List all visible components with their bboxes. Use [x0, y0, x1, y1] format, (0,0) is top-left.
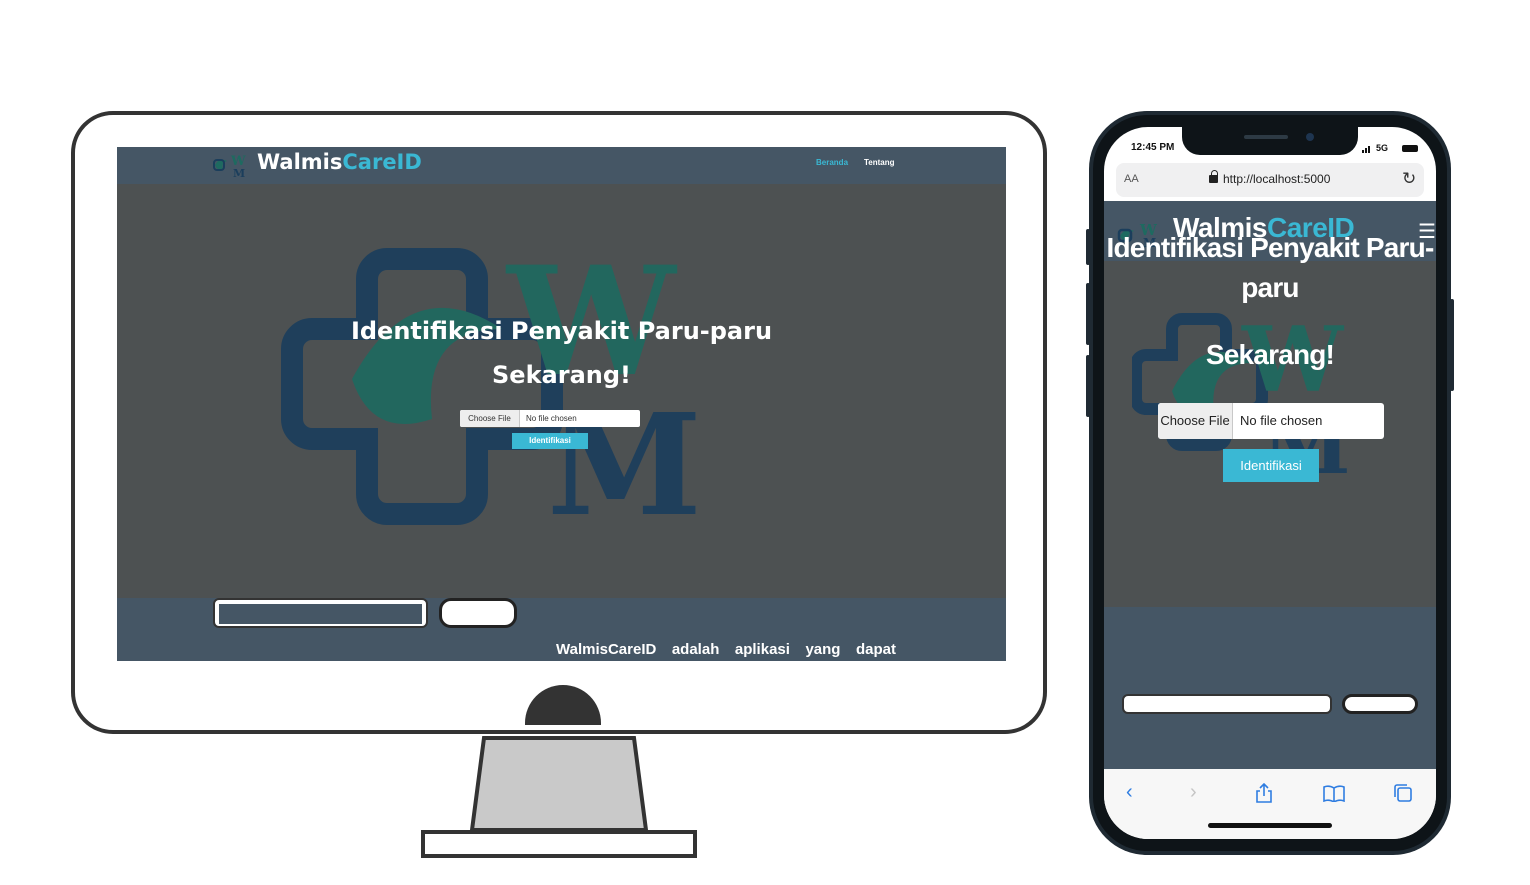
hero-title-line3: Sekarang!: [1205, 339, 1335, 370]
choose-file-button[interactable]: Choose File: [1158, 403, 1233, 439]
file-input[interactable]: Choose File No file chosen: [460, 410, 640, 427]
tabs-icon[interactable]: [1393, 783, 1413, 803]
brand-suffix: CareID: [342, 150, 422, 174]
forward-icon[interactable]: ›: [1190, 781, 1197, 804]
signal-icon: [1362, 146, 1370, 153]
about-laptop-image: [213, 598, 428, 628]
about-section: [1104, 607, 1436, 769]
phone-screen: 12:45 PM 5G AA http://localhost:5000 ↻ W…: [1104, 127, 1436, 839]
nav-link-tentang[interactable]: Tentang: [864, 158, 895, 167]
about-laptop-screen: [219, 604, 422, 624]
status-time: 12:45 PM: [1131, 142, 1175, 153]
identify-button[interactable]: Identifikasi: [512, 433, 588, 449]
hero-title-line1: Identifikasi Penyakit Paru-: [1106, 232, 1435, 263]
phone-power-button: [1450, 299, 1454, 391]
about-phone-image: [1342, 694, 1418, 714]
svg-text:M: M: [233, 167, 245, 179]
file-status: No file chosen: [1240, 413, 1323, 428]
hero-title-line2: Sekarang!: [492, 361, 631, 389]
about-laptop-image: [1122, 694, 1332, 714]
hero-title-line1: Identifikasi Penyakit Paru-paru: [350, 317, 773, 345]
front-camera: [1306, 133, 1314, 141]
logo-icon: W M: [213, 154, 246, 179]
back-icon[interactable]: ‹: [1126, 781, 1133, 804]
choose-file-button[interactable]: Choose File: [460, 410, 520, 427]
phone-notch: [1182, 127, 1358, 155]
text-size-button[interactable]: AA: [1124, 173, 1139, 185]
reload-icon[interactable]: ↻: [1402, 169, 1416, 189]
monitor-base: [421, 830, 697, 858]
lock-icon: [1209, 175, 1218, 183]
about-phone-image: [439, 598, 517, 628]
battery-icon: [1402, 145, 1418, 152]
nav-link-beranda[interactable]: Beranda: [816, 158, 848, 167]
browser-address-bar[interactable]: AA http://localhost:5000 ↻: [1116, 163, 1424, 197]
monitor-logo-bump: [525, 685, 601, 725]
identify-button[interactable]: Identifikasi: [1223, 449, 1319, 482]
monitor-stand: [470, 736, 648, 832]
mobile-webpage: W M WalmisCareID ☰ W M Identifikasi Peny…: [1104, 201, 1436, 769]
file-status: No file chosen: [526, 414, 577, 423]
about-section: WalmisCareID adalah aplikasi yang dapat: [117, 598, 1006, 661]
phone-volume-down: [1086, 355, 1090, 417]
share-icon[interactable]: [1255, 783, 1273, 803]
speaker-grille: [1244, 135, 1288, 139]
phone-volume-up: [1086, 283, 1090, 345]
home-indicator[interactable]: [1208, 823, 1332, 828]
network-type: 5G: [1376, 143, 1389, 153]
browser-toolbar: ‹ ›: [1104, 769, 1436, 839]
brand-name[interactable]: WalmisCareID: [257, 150, 422, 174]
bookmarks-icon[interactable]: [1323, 785, 1345, 802]
svg-text:M: M: [547, 384, 702, 529]
hero-title-line2: paru: [1241, 272, 1299, 303]
phone-side-button: [1086, 229, 1090, 265]
file-input[interactable]: Choose File No file chosen: [1158, 403, 1384, 439]
about-text: WalmisCareID adalah aplikasi yang dapat: [556, 641, 896, 658]
desktop-hero: W M Identifikasi Penyakit Paru-paru Seka…: [117, 184, 1006, 598]
desktop-browser-viewport: W M WalmisCareID Beranda Tentang W M Ide…: [117, 147, 1006, 661]
brand-prefix: Walmis: [257, 150, 343, 174]
desktop-navbar: W M WalmisCareID Beranda Tentang: [117, 147, 1006, 184]
phone-frame: 12:45 PM 5G AA http://localhost:5000 ↻ W…: [1086, 111, 1454, 855]
url-text[interactable]: http://localhost:5000: [1223, 172, 1330, 186]
